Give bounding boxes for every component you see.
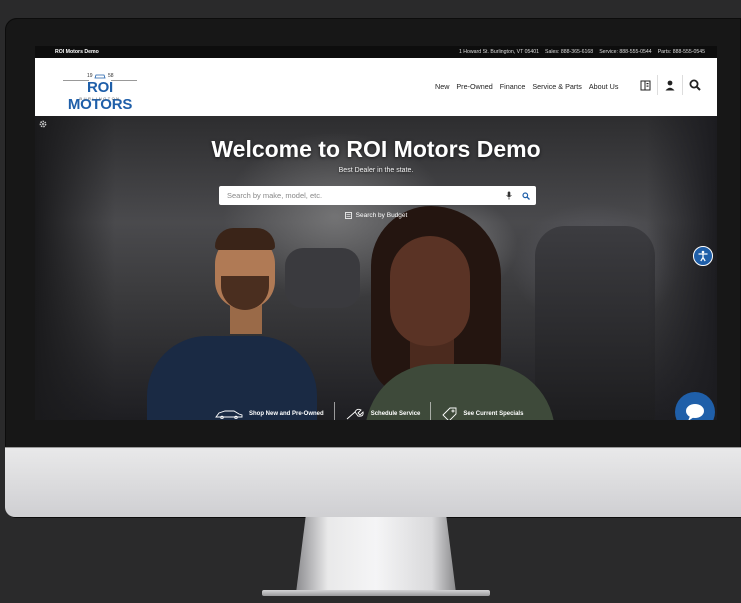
hero-banner: Welcome to ROI Motors Demo Best Dealer i… (35, 116, 717, 420)
hero-search-submit[interactable] (519, 187, 533, 204)
nav-pre-owned[interactable]: Pre-Owned (456, 82, 492, 91)
hero-search-bar (219, 186, 536, 205)
quick-link-service-label: Schedule Service (370, 411, 421, 417)
topbar-contact: 1 Howard St. Burlington, VT 05401 Sales:… (459, 46, 705, 58)
nav-service-parts[interactable]: Service & Parts (532, 82, 582, 91)
search-by-budget-link[interactable]: Search by Budget (35, 212, 717, 219)
vehicle-search-input[interactable] (219, 186, 502, 205)
monitor-stand (296, 517, 456, 593)
logo-city: BURLINGTON (79, 96, 121, 101)
gear-icon[interactable] (38, 119, 48, 129)
man-hair (215, 228, 275, 250)
budget-label: Search by Budget (355, 212, 408, 219)
search-icon (522, 191, 530, 200)
service-phone[interactable]: Service: 888-555-0544 (599, 46, 652, 58)
chat-icon (686, 404, 704, 420)
chin-divider (5, 447, 741, 448)
parts-phone[interactable]: Parts: 888-555-0545 (658, 46, 705, 58)
hero-subtitle: Best Dealer in the state. (338, 167, 414, 174)
dealer-logo[interactable]: 19 58 ROI MOTORS BURLINGTON (53, 73, 147, 113)
monitor-chin (5, 447, 741, 517)
nav-finance[interactable]: Finance (500, 82, 526, 91)
account-icon (665, 80, 675, 90)
voice-search-button[interactable] (502, 187, 516, 204)
woman-face (390, 236, 470, 346)
header-search-button[interactable] (682, 75, 707, 95)
account-button[interactable] (657, 75, 682, 95)
accessibility-button[interactable] (693, 246, 713, 266)
quick-link-service[interactable]: Schedule Service (335, 402, 431, 420)
sales-phone[interactable]: Sales: 888-365-6168 (545, 46, 593, 58)
nav-new[interactable]: New (435, 82, 449, 91)
saved-vehicles-icon (640, 80, 650, 90)
accessibility-icon (698, 250, 708, 262)
nav-about-us[interactable]: About Us (589, 82, 619, 91)
wrench-icon (346, 408, 364, 420)
quick-link-shop[interactable]: Shop New and Pre-Owned (205, 402, 334, 420)
dealer-address[interactable]: 1 Howard St. Burlington, VT 05401 (459, 46, 539, 58)
topbar-brand: ROI Motors Demo (55, 49, 99, 55)
calculator-icon (344, 212, 352, 219)
search-icon (689, 79, 701, 91)
quick-link-specials[interactable]: See Current Specials (431, 402, 533, 420)
tag-icon (442, 407, 457, 420)
microphone-icon (506, 191, 512, 200)
site-header: 19 58 ROI MOTORS BURLINGTON New Pre-Owne… (35, 58, 717, 116)
header-icons (633, 75, 707, 95)
quick-link-specials-label: See Current Specials (463, 411, 524, 417)
top-info-bar: ROI Motors Demo 1 Howard St. Burlington,… (35, 46, 717, 58)
monitor-stand-base (262, 590, 490, 596)
browser-screen: ROI Motors Demo 1 Howard St. Burlington,… (35, 46, 717, 420)
hero-title: Welcome to ROI Motors Demo (211, 136, 541, 162)
quick-links-bar: Shop New and Pre-Owned Schedule Service … (205, 402, 533, 420)
quick-link-shop-label: Shop New and Pre-Owned (249, 411, 324, 417)
saved-vehicles-button[interactable] (633, 75, 657, 95)
headrest (285, 248, 360, 308)
main-nav: New Pre-Owned Finance Service & Parts Ab… (435, 82, 618, 91)
car-icon (215, 410, 243, 419)
rear-seat (535, 226, 655, 420)
